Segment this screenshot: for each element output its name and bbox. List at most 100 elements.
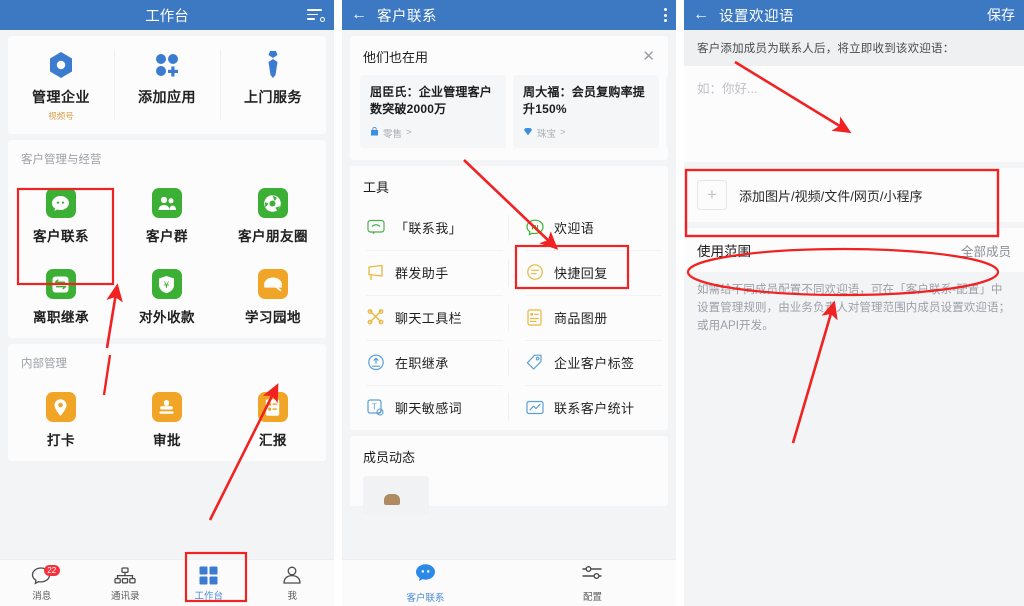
grid-item-label: 学习园地 [244,310,301,325]
group-icon [151,188,182,218]
panel-welcome-settings: ← 设置欢迎语 保存 客户添加成员为联系人后，将立即收到该欢迎语： 如：你好..… [684,0,1024,606]
tool-chat-toolbar[interactable]: 聊天工具栏 [350,294,509,340]
workbench-title: 工作台 [145,8,189,25]
promo-card: 他们也在用 ✕ 屈臣氏：企业管理客户数突破2000万 零售 > 周大福：会员复购… [350,36,668,160]
promo-card-item[interactable]: 周大福：会员复购率提升150% 珠宝 > [513,75,659,148]
promo-card-item-partial[interactable] [666,75,668,148]
tool-contact-statistics[interactable]: 联系客户统计 [509,384,668,430]
welcome-input-placeholder: 如：你好... [697,82,758,96]
tool-label: 企业客户标签 [554,355,635,371]
grid-item-checkin[interactable]: 打卡 [8,380,114,461]
more-dots-icon[interactable] [663,8,667,22]
tab-config[interactable]: 配置 [509,560,676,606]
sliders-icon [581,564,604,586]
welcome-note: 客户添加成员为联系人后，将立即收到该欢迎语： [684,30,1024,66]
grid-item-customer-moments[interactable]: 客户朋友圈 [220,176,326,257]
tab-label: 配置 [582,591,602,603]
yuan-shield-icon: ¥ [151,269,182,299]
tab-workbench[interactable]: 工作台 [167,560,251,606]
internal-management-card: 内部管理 打卡 审批 汇报 [8,344,326,461]
chat-toolbar-icon [366,308,385,327]
tab-label: 工作台 [194,590,223,602]
close-icon[interactable]: ✕ [642,49,655,64]
grid-item-label: 离职继承 [32,310,89,325]
promo-carousel[interactable]: 屈臣氏：企业管理客户数突破2000万 零售 > 周大福：会员复购率提升150% [350,75,668,160]
grid-item-resign-transfer[interactable]: 离职继承 [8,257,114,338]
gem-icon [523,127,533,139]
person-icon [282,565,302,585]
workbench-tabbar: 22 消息 通讯录 工作台 我 [0,559,334,606]
contact-me-icon [366,218,385,237]
grid-item-approval[interactable]: 审批 [114,380,220,461]
grid-item-customer-contact[interactable]: 客户联系 [8,176,114,257]
promo-text: 周大福：会员复购率提升150% [523,85,646,117]
tab-label: 我 [287,590,297,602]
customer-contact-tabbar: 客户联系 配置 [342,559,676,606]
tag-icon [525,353,544,372]
back-arrow-icon[interactable]: ← [693,7,713,23]
member-activity-title: 成员动态 [363,449,416,465]
location-pin-icon [45,392,76,422]
tool-contact-me[interactable]: 「联系我」 [350,205,509,250]
app-add-application[interactable]: 添加应用 [114,36,220,134]
app-sublabel: 视频号 [48,111,74,121]
promo-card-item[interactable]: 屈臣氏：企业管理客户数突破2000万 零售 > [360,75,506,148]
tool-customer-tag[interactable]: 企业客户标签 [509,339,668,385]
tool-product-album[interactable]: 商品图册 [509,294,668,340]
tool-mass-send[interactable]: 群发助手 [350,249,509,295]
grid-item-label: 客户联系 [32,229,89,244]
tool-onjob-transfer[interactable]: 在职继承 [350,339,509,385]
tool-sensitive-word[interactable]: T 聊天敏感词 [350,384,509,430]
back-arrow-icon[interactable]: ← [351,7,371,23]
promo-chevron: > [560,127,566,139]
wechat-bubble-icon [415,563,436,587]
grid-item-customer-group[interactable]: 客户群 [114,176,220,257]
filter-settings-icon[interactable] [307,8,325,22]
hat-icon [257,269,288,299]
tab-me[interactable]: 我 [251,560,335,606]
customer-management-card: 客户管理与经营 客户联系 客户群 客户朋友圈 离职继承 ¥ 对外收款 学习园地 [8,140,326,338]
megaphone-icon [366,263,385,282]
app-onsite-service[interactable]: 上门服务 [220,36,326,134]
tool-label: 聊天工具栏 [395,310,463,326]
panel-workbench: 工作台 管理企业 视频号 添加应用 上门服务 客户管理与经营 客户联系 客户群 … [0,0,334,606]
grid-item-report[interactable]: 汇报 [220,380,326,461]
welcome-settings-header: ← 设置欢迎语 保存 [684,0,1024,30]
member-activity-card: 成员动态 [350,435,668,514]
statistics-icon [525,398,544,417]
workbench-scroll[interactable]: 管理企业 视频号 添加应用 上门服务 客户管理与经营 客户联系 客户群 客户朋友… [0,30,334,606]
section-title-customer: 客户管理与经营 [21,154,102,166]
grid-item-label: 汇报 [258,433,287,448]
grid-item-external-payment[interactable]: ¥ 对外收款 [114,257,220,338]
grid-item-label: 客户群 [145,229,188,244]
bag-icon [370,126,379,139]
tool-welcome-message[interactable]: HI 欢迎语 [509,205,668,250]
tab-customer-contact[interactable]: 客户联系 [342,560,509,606]
tools-title: 工具 [363,179,390,195]
report-icon [257,392,288,422]
welcome-settings-scroll[interactable]: 客户添加成员为联系人后，将立即收到该欢迎语： 如：你好... + 添加图片/视频… [684,30,1024,606]
tab-messages[interactable]: 22 消息 [0,560,84,606]
tab-contacts[interactable]: 通讯录 [84,560,168,606]
section-title-internal: 内部管理 [21,358,67,370]
promo-text: 屈臣氏：企业管理客户数突破2000万 [370,85,493,117]
usage-scope-value: 全部成员 [960,244,1011,259]
grid-item-learning-garden[interactable]: 学习园地 [220,257,326,338]
app-manage-enterprise[interactable]: 管理企业 视频号 [8,36,114,134]
quick-reply-icon [525,263,544,282]
tab-label: 通讯录 [110,590,140,602]
customer-contact-title: 客户联系 [377,8,437,25]
welcome-message-input[interactable]: 如：你好... [684,66,1024,162]
app-label: 添加应用 [138,89,196,105]
panel-gap-2 [676,0,684,606]
tool-quick-reply[interactable]: 快捷回复 [509,249,668,295]
tie-icon [220,50,326,80]
save-button[interactable]: 保存 [987,5,1015,25]
tool-label: 联系客户统计 [554,400,635,416]
panel-customer-contact: ← 客户联系 他们也在用 ✕ 屈臣氏：企业管理客户数突破2000万 零售 > 周… [342,0,676,606]
tool-label: 聊天敏感词 [395,400,463,416]
customer-contact-header: ← 客户联系 [342,0,676,30]
add-media-row[interactable]: + 添加图片/视频/文件/网页/小程序 [684,168,1024,222]
usage-scope-row[interactable]: 使用范围 全部成员 [684,228,1024,272]
customer-contact-scroll[interactable]: 他们也在用 ✕ 屈臣氏：企业管理客户数突破2000万 零售 > 周大福：会员复购… [342,30,676,606]
